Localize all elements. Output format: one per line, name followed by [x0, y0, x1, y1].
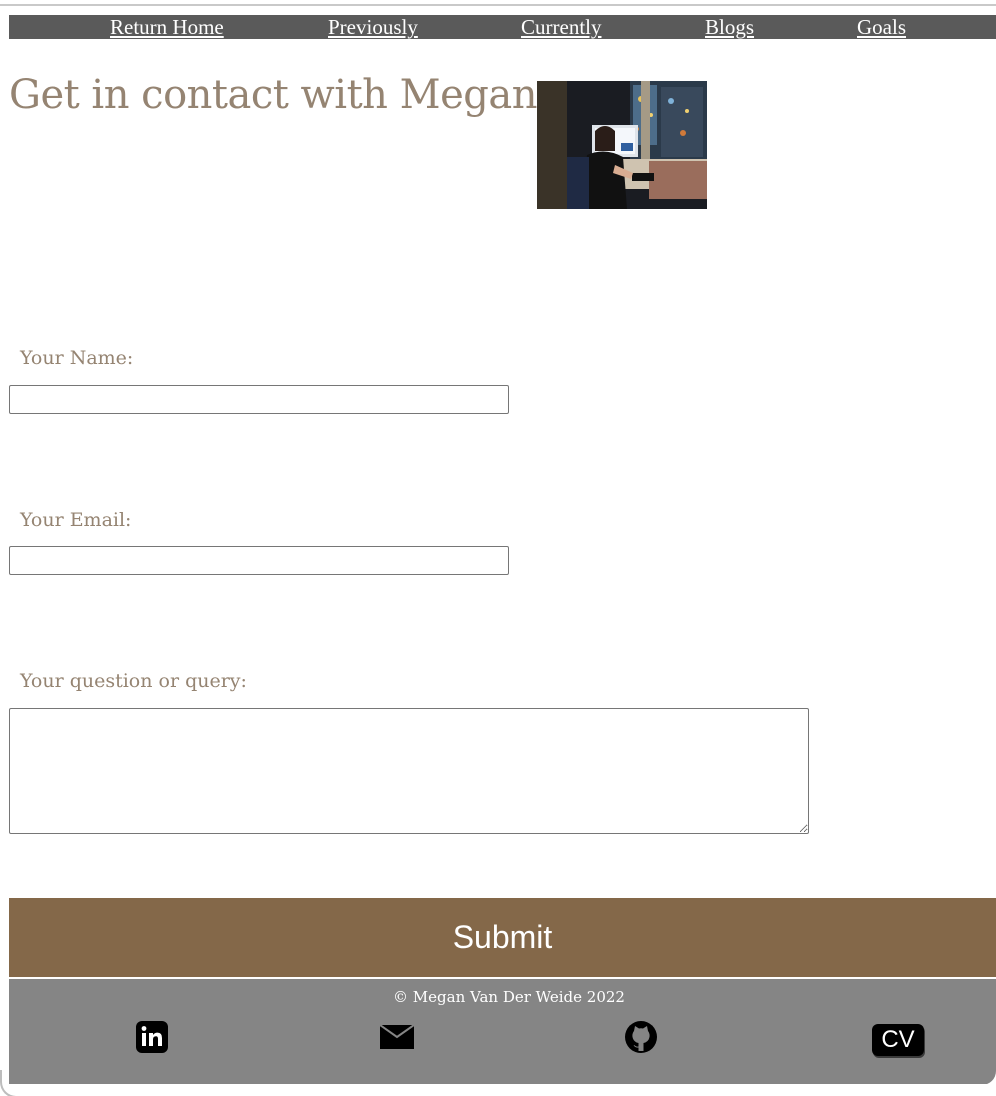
- submit-button[interactable]: Submit: [9, 898, 996, 977]
- nav-link-currently[interactable]: Currently: [521, 15, 601, 39]
- email-input[interactable]: [9, 546, 509, 575]
- profile-photo: [537, 81, 707, 209]
- copyright-text: © Megan Van Der Weide 2022: [393, 988, 625, 1006]
- window-bottom-edge: [0, 1070, 996, 1096]
- cv-icon[interactable]: CV: [872, 1024, 924, 1056]
- query-label: Your question or query:: [20, 670, 247, 692]
- name-label: Your Name:: [20, 347, 134, 369]
- nav-link-return-home[interactable]: Return Home: [110, 15, 224, 39]
- linkedin-icon[interactable]: [136, 1021, 168, 1053]
- email-label: Your Email:: [20, 509, 132, 531]
- page-title: Get in contact with Megan: [9, 72, 537, 118]
- query-textarea[interactable]: [9, 708, 809, 834]
- main-navigation: Return Home Previously Currently Blogs G…: [9, 15, 996, 39]
- nav-link-blogs[interactable]: Blogs: [705, 15, 754, 39]
- email-icon[interactable]: [379, 1024, 415, 1049]
- nav-link-previously[interactable]: Previously: [328, 15, 418, 39]
- window-top-edge: [0, 0, 996, 6]
- name-input[interactable]: [9, 385, 509, 414]
- github-icon[interactable]: [624, 1020, 658, 1054]
- footer: © Megan Van Der Weide 2022 CV: [9, 979, 996, 1085]
- nav-link-goals[interactable]: Goals: [857, 15, 906, 39]
